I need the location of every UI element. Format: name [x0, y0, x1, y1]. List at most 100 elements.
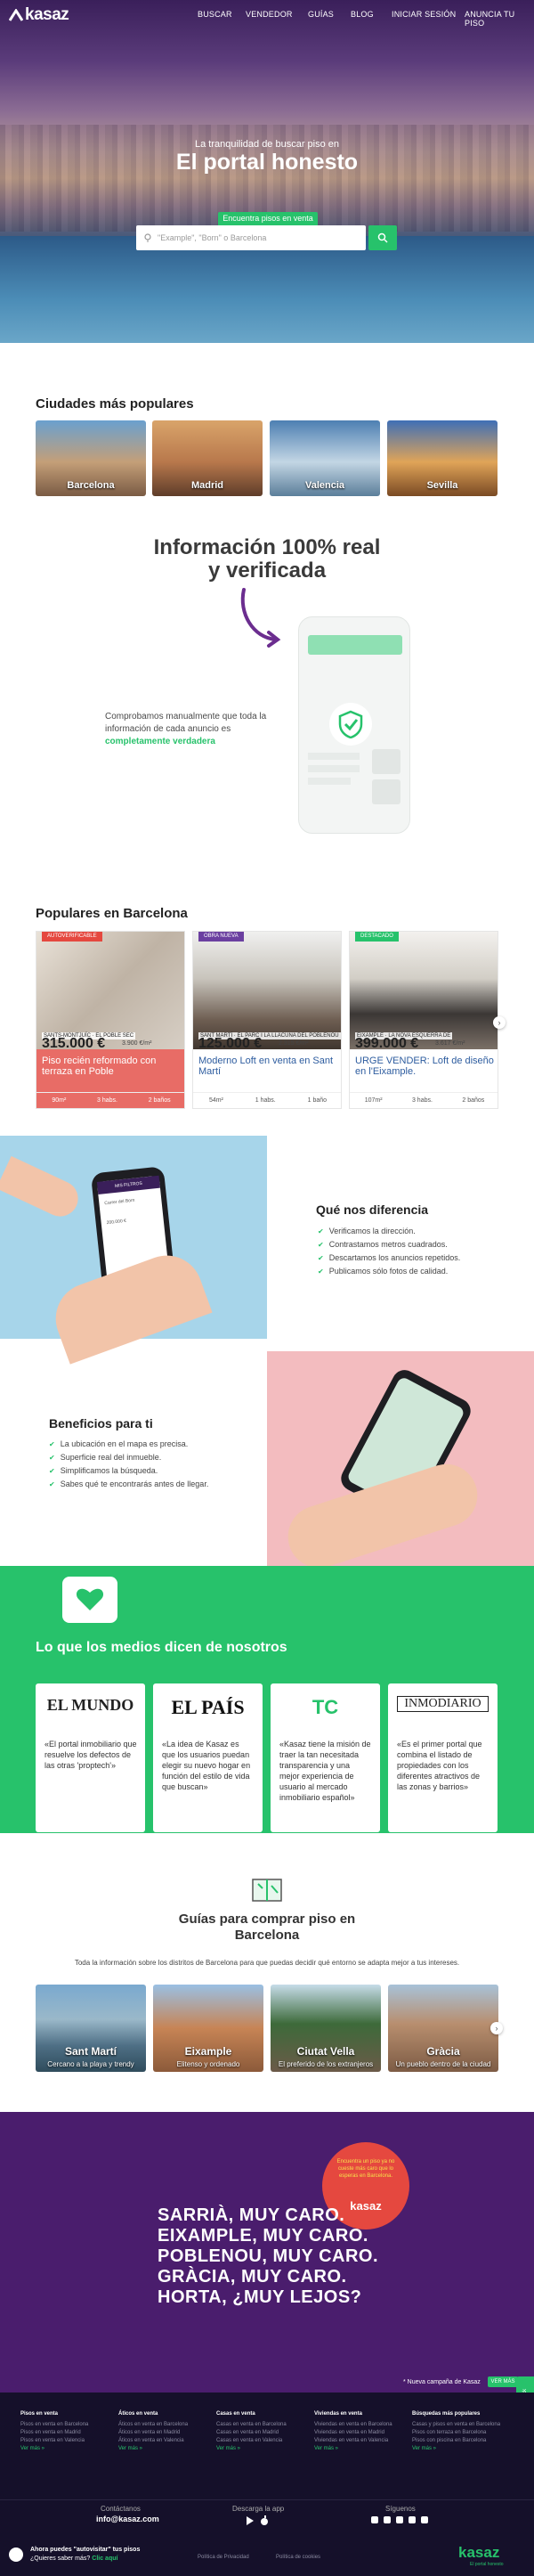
feature-rooms: 1 habs.: [255, 1097, 276, 1104]
page: kasaz BUSCAR VENDEDOR GUÍAS BLOG INICIAR…: [0, 0, 534, 2576]
search-box[interactable]: "Example", "Born" o Barcelona: [136, 225, 366, 250]
facebook-icon[interactable]: [371, 2516, 378, 2523]
youtube-icon[interactable]: [409, 2516, 416, 2523]
media-quote: «Kasaz tiene la misión de traer la tan n…: [279, 1740, 371, 1802]
campaign-line: GRÀCIA, MUY CARO.: [158, 2267, 347, 2287]
footer-col-title: Áticos en venta: [118, 2411, 158, 2417]
campaign-line: EIXAMPLE, MUY CARO.: [158, 2226, 368, 2246]
apple-icon[interactable]: [260, 2515, 269, 2526]
nav-buscar[interactable]: BUSCAR: [198, 10, 232, 19]
search-tab[interactable]: Encuentra pisos en venta en: [218, 212, 318, 236]
info-title-line1: Información 100% real: [153, 535, 381, 559]
footer-more-link[interactable]: Ver más »: [118, 2445, 188, 2453]
footer-link[interactable]: Áticos en venta en Barcelona: [118, 2421, 188, 2429]
property-card[interactable]: DESTACADO EIXAMPLE · LA NOVA ESQUERRA DE…: [349, 931, 498, 1109]
property-badge: OBRA NUEVA: [198, 932, 244, 942]
guide-card-sant-marti[interactable]: Sant Martí Cercano a la playa y trendy: [36, 1985, 146, 2072]
footer-link[interactable]: Pisos en venta en Madrid: [20, 2429, 88, 2437]
footer-more-link[interactable]: Ver más »: [20, 2445, 88, 2453]
media-card: EL MUNDO «El portal inmobiliario que res…: [36, 1683, 145, 1832]
footer-link[interactable]: Pisos en venta en Barcelona: [20, 2421, 88, 2429]
footer-brand[interactable]: kasaz: [458, 2544, 499, 2562]
footer-link[interactable]: Viviendas en venta en Valencia: [314, 2437, 392, 2445]
info-title: Información 100% real y verificada: [0, 536, 534, 583]
privacy-link[interactable]: Política de Privacidad: [198, 2555, 249, 2560]
phone-line: [308, 765, 360, 772]
footer-link[interactable]: Casas en venta en Barcelona: [216, 2421, 287, 2429]
guides-subtitle: Toda la información sobre los distritos …: [74, 1959, 460, 1967]
brand-logo[interactable]: kasaz: [9, 5, 69, 25]
guides-next-icon[interactable]: ›: [490, 2022, 503, 2034]
footer-brand-sub: El portal honesto: [470, 2562, 504, 2567]
footer-link[interactable]: Pisos con terraza en Barcelona: [412, 2429, 500, 2437]
property-card[interactable]: OBRA NUEVA SANT MARTÍ · EL PARC I LA LLA…: [192, 931, 342, 1109]
footer-link[interactable]: Áticos en venta en Valencia: [118, 2437, 188, 2445]
footer-more-link[interactable]: Ver más »: [412, 2445, 500, 2453]
carousel-next-icon[interactable]: ›: [493, 1016, 506, 1029]
search-button[interactable]: [368, 225, 397, 250]
benefits-illustration: [267, 1351, 534, 1577]
campaign-line: POBLENOU, MUY CARO.: [158, 2246, 379, 2266]
nav-vendedor[interactable]: VENDEDOR: [246, 10, 293, 19]
inmodiario-logo: INMODIARIO: [397, 1696, 489, 1712]
phone-illustration: [298, 616, 410, 834]
campaign-more-button[interactable]: VER MÁS: [488, 2376, 518, 2387]
instagram-icon[interactable]: [384, 2516, 391, 2523]
techcrunch-logo: TC: [312, 1696, 339, 1718]
benefits-list: La ubicación en el mapa es precisa. Supe…: [49, 1438, 209, 1491]
city-label: Barcelona: [67, 480, 115, 491]
phone-line: [308, 753, 360, 760]
cities-title: Ciudades más populares: [36, 396, 194, 412]
footer-link[interactable]: Casas en venta en Valencia: [216, 2437, 287, 2445]
property-title[interactable]: Piso recién reformado con terraza en Pob…: [42, 1056, 182, 1077]
search-input[interactable]: "Example", "Born" o Barcelona: [158, 233, 266, 242]
media-quote: «El portal inmobiliario que resuelve los…: [44, 1740, 137, 1770]
info-title-line2: y verificada: [207, 558, 327, 583]
property-features: 54m² 1 habs. 1 baño: [193, 1092, 341, 1108]
nav-blog[interactable]: BLOG: [351, 10, 374, 19]
footer-link[interactable]: Áticos en venta en Madrid: [118, 2429, 188, 2437]
pool-image: [0, 236, 534, 343]
campaign-note: * Nueva campaña de Kasaz: [403, 2379, 481, 2385]
curved-arrow-icon: [240, 588, 281, 648]
footer-link[interactable]: Pisos en venta en Valencia: [20, 2437, 88, 2445]
footer-link[interactable]: Viviendas en venta en Madrid: [314, 2429, 392, 2437]
guide-card-gracia[interactable]: Gràcia Un pueblo dentro de la ciudad: [388, 1985, 498, 2072]
footer-more-link[interactable]: Ver más »: [216, 2445, 287, 2453]
nav-guias[interactable]: GUÍAS: [308, 10, 334, 19]
search-icon: [377, 232, 388, 243]
phone-line: [308, 778, 351, 785]
footer-link[interactable]: Viviendas en venta en Barcelona: [314, 2421, 392, 2429]
footer-column: Casas en venta Casas en venta en Barcelo…: [216, 2410, 287, 2453]
footer-more-link[interactable]: Ver más »: [314, 2445, 392, 2453]
cookies-link[interactable]: Política de cookies: [276, 2555, 320, 2560]
guide-card-eixample[interactable]: Eixample Elitenso y ordenado: [153, 1985, 263, 2072]
footer-link[interactable]: Pisos con piscina en Barcelona: [412, 2437, 500, 2445]
nav-publish[interactable]: ANUNCIA TU PISO: [465, 10, 534, 28]
footer-link[interactable]: Casas y pisos en venta en Barcelona: [412, 2421, 500, 2429]
city-card-valencia[interactable]: Valencia: [270, 420, 380, 496]
map-book-icon: [252, 1879, 282, 1902]
phone-block: [372, 779, 400, 804]
footer-link[interactable]: Casas en venta en Madrid: [216, 2429, 287, 2437]
city-card-barcelona[interactable]: Barcelona: [36, 420, 146, 496]
phone-block: [372, 749, 400, 774]
linkedin-icon[interactable]: [421, 2516, 428, 2523]
guide-card-ciutat-vella[interactable]: Ciutat Vella El preferido de los extranje…: [271, 1985, 381, 2072]
guide-name: Sant Martí: [64, 2045, 117, 2058]
property-badge: DESTACADO: [355, 932, 399, 942]
property-title[interactable]: URGE VENDER: Loft de diseño en l'Eixampl…: [355, 1056, 496, 1077]
google-play-icon[interactable]: [246, 2515, 255, 2526]
twitter-icon[interactable]: [396, 2516, 403, 2523]
city-card-madrid[interactable]: Madrid: [152, 420, 263, 496]
city-card-sevilla[interactable]: Sevilla: [387, 420, 498, 496]
difference-item: Contrastamos metros cuadrados.: [318, 1238, 460, 1251]
property-title[interactable]: Moderno Loft en venta en Sant Martí: [198, 1056, 339, 1077]
nav-login[interactable]: INICIAR SESIÓN: [392, 10, 456, 19]
notice-link[interactable]: Clic aquí: [92, 2556, 117, 2562]
property-card[interactable]: AUTOVERIFICABLE SANTS-MONTJUÏC · EL POBL…: [36, 931, 185, 1109]
contact-email[interactable]: info@kasaz.com: [96, 2515, 159, 2523]
shield-check-icon: [338, 710, 363, 738]
phone-filter-header: MIS FILTROS: [96, 1175, 160, 1194]
footer-column: Pisos en venta Pisos en venta en Barcelo…: [20, 2410, 88, 2453]
